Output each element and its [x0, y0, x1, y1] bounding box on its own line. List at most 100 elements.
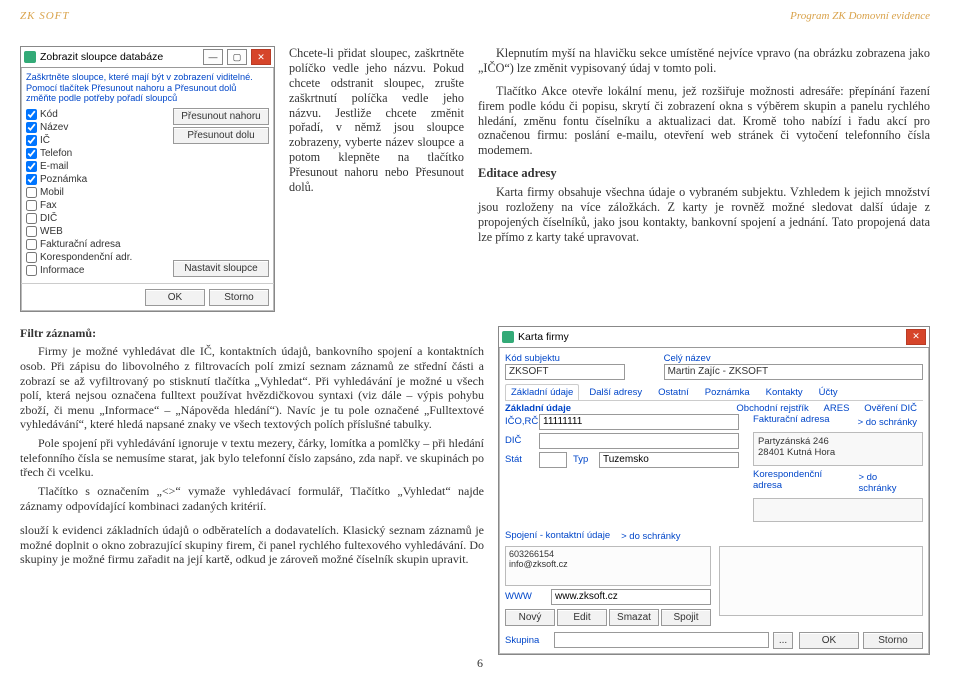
checkbox[interactable]: [26, 135, 37, 146]
field-skupina[interactable]: [554, 632, 769, 648]
window-card: Karta firmy ✕ Kód subjektu ZKSOFT Celý n…: [498, 326, 930, 655]
label-ico: IČO,RČ: [505, 416, 533, 427]
delete-button[interactable]: Smazat: [609, 609, 659, 626]
checkbox[interactable]: [26, 148, 37, 159]
chk-mobil: Mobil: [26, 186, 169, 199]
tab-ucty[interactable]: Účty: [813, 384, 844, 400]
chk-dic: DIČ: [26, 212, 169, 225]
ok-button[interactable]: OK: [799, 632, 859, 649]
maximize-button[interactable]: ▢: [227, 49, 247, 65]
checkbox[interactable]: [26, 252, 37, 263]
table-spojeni[interactable]: 603266154 info@zksoft.cz: [505, 546, 711, 586]
chk-info: Informace: [26, 264, 169, 277]
chk-ic: IČ: [26, 134, 169, 147]
label-fak-adresa: Fakturační adresa: [753, 414, 830, 430]
filter-text-block: Filtr záznamů: Firmy je možné vyhledávat…: [20, 326, 484, 655]
doc-header-left: ZK SOFT: [20, 10, 70, 22]
checkbox[interactable]: [26, 109, 37, 120]
paragraph-filter4: slouží k evidenci základních údajů o odb…: [20, 523, 484, 567]
label-skupina: Skupina: [505, 635, 550, 646]
doc-header-right: Program ZK Domovní evidence: [790, 10, 930, 22]
field-ico[interactable]: [539, 414, 739, 430]
column-checklist: Kód Název IČ Telefon E-mail Poznámka Mob…: [26, 108, 169, 277]
tab-poznamka[interactable]: Poznámka: [699, 384, 756, 400]
heading-filter: Filtr záznamů:: [20, 326, 96, 340]
merge-button[interactable]: Spojit: [661, 609, 711, 626]
field-typ[interactable]: [599, 452, 739, 468]
paragraph-akce: Tlačítko Akce otevře lokální menu, jež r…: [478, 84, 930, 158]
field-kor-adresa[interactable]: [753, 498, 923, 522]
chk-email: E-mail: [26, 160, 169, 173]
label-spojeni: Spojení - kontaktní údaje: [505, 530, 610, 541]
chk-kod: Kód: [26, 108, 169, 121]
tab-dalsi[interactable]: Další adresy: [583, 384, 648, 400]
paragraph-filter3: Tlačítko s označením „<>“ vymaže vyhledá…: [20, 484, 484, 513]
chk-koradr: Korespondenční adr.: [26, 251, 169, 264]
tab-kontakty[interactable]: Kontakty: [760, 384, 809, 400]
label-nazev: Celý název: [664, 353, 739, 364]
app-icon: [24, 51, 36, 63]
cancel-button[interactable]: Storno: [209, 289, 269, 306]
heading-editace: Editace adresy: [478, 166, 930, 181]
field-nazev[interactable]: Martin Zajíc - ZKSOFT: [664, 364, 923, 380]
link-kor-clipboard[interactable]: > do schránky: [852, 469, 923, 496]
checkbox[interactable]: [26, 200, 37, 211]
label-stat: Stát: [505, 454, 533, 465]
ok-button[interactable]: OK: [145, 289, 205, 306]
checkbox[interactable]: [26, 239, 37, 250]
new-button[interactable]: Nový: [505, 609, 555, 626]
checkbox[interactable]: [26, 122, 37, 133]
move-up-button[interactable]: Přesunout nahoru: [173, 108, 269, 125]
page-number: 6: [0, 656, 960, 671]
field-fak-adresa[interactable]: Partyzánská 246 28401 Kutná Hora: [753, 432, 923, 466]
set-columns-button[interactable]: Nastavit sloupce: [173, 260, 269, 277]
move-down-button[interactable]: Přesunout dolu: [173, 127, 269, 144]
paragraph-ico: Klepnutím myší na hlavičku sekce umístěn…: [478, 46, 930, 76]
label-dic: DIČ: [505, 435, 533, 446]
label-www: WWW: [505, 591, 545, 602]
link-fak-clipboard[interactable]: > do schránky: [852, 414, 923, 430]
paragraph-karta: Karta firmy obsahuje všechna údaje o vyb…: [478, 185, 930, 245]
chk-poznamka: Poznámka: [26, 173, 169, 186]
checkbox[interactable]: [26, 213, 37, 224]
label-kor-adresa: Korespondenční adresa: [753, 469, 852, 496]
app-icon: [502, 331, 514, 343]
checkbox[interactable]: [26, 174, 37, 185]
checkbox[interactable]: [26, 226, 37, 237]
checkbox[interactable]: [26, 265, 37, 276]
window-title: Zobrazit sloupce databáze: [40, 51, 199, 63]
link-spoj-clipboard[interactable]: > do schránky: [615, 528, 686, 544]
titlebar: Karta firmy ✕: [499, 327, 929, 348]
tab-bar: Základní údaje Další adresy Ostatní Pozn…: [505, 384, 923, 401]
field-dic[interactable]: [539, 433, 739, 449]
right-text-block: Klepnutím myší na hlavičku sekce umístěn…: [478, 46, 930, 312]
window-title: Karta firmy: [518, 331, 902, 343]
label-kod: Kód subjektu: [505, 353, 580, 364]
cancel-button[interactable]: Storno: [863, 632, 923, 649]
table-detail[interactable]: [719, 546, 923, 616]
chk-fax: Fax: [26, 199, 169, 212]
titlebar: Zobrazit sloupce databáze — ▢ ✕: [21, 47, 274, 68]
dialog-description: Zaškrtněte sloupce, které mají být v zob…: [26, 72, 269, 104]
field-kod[interactable]: ZKSOFT: [505, 364, 625, 380]
close-button[interactable]: ✕: [906, 329, 926, 345]
edit-button[interactable]: Edit: [557, 609, 607, 626]
minimize-button[interactable]: —: [203, 49, 223, 65]
chk-web: WEB: [26, 225, 169, 238]
tab-ostatni[interactable]: Ostatní: [652, 384, 695, 400]
label-typ: Typ: [573, 454, 593, 465]
window-show-columns: Zobrazit sloupce databáze — ▢ ✕ Zaškrtně…: [20, 46, 275, 312]
chk-fakadr: Fakturační adresa: [26, 238, 169, 251]
tab-zakladni[interactable]: Základní údaje: [505, 384, 579, 400]
paragraph-addcol: Chcete-li přidat sloupec, zaškrtněte pol…: [289, 46, 464, 312]
checkbox[interactable]: [26, 161, 37, 172]
field-stat[interactable]: [539, 452, 567, 468]
chk-nazev: Název: [26, 121, 169, 134]
paragraph-filter2: Pole spojení při vyhledávání ignoruje v …: [20, 436, 484, 480]
field-www[interactable]: [551, 589, 711, 605]
close-button[interactable]: ✕: [251, 49, 271, 65]
paragraph-filter1: Firmy je možné vyhledávat dle IČ, kontak…: [20, 344, 484, 432]
lookup-button[interactable]: ...: [773, 632, 793, 649]
chk-telefon: Telefon: [26, 147, 169, 160]
checkbox[interactable]: [26, 187, 37, 198]
